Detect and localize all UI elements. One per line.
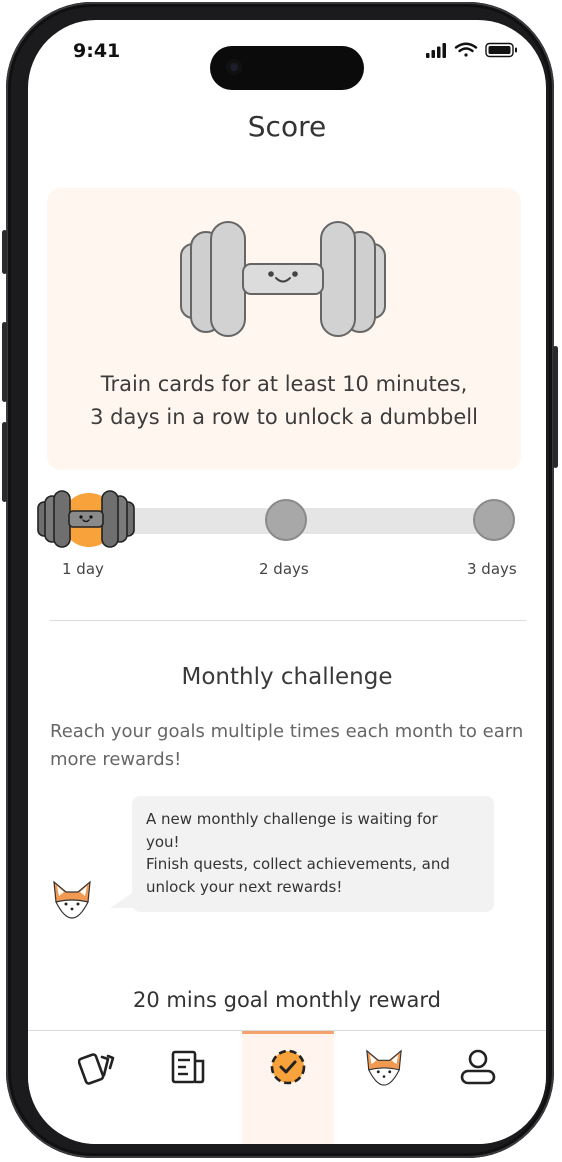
profile-icon [460,1049,496,1085]
tab-profile[interactable] [432,1031,524,1144]
app-screen: 9:41 Score Train cards for at least 10 m… [28,20,546,1144]
dynamic-island [210,46,364,90]
action-button [2,230,7,274]
volume-down-button [2,422,7,502]
streak-card: Train cards for at least 10 minutes, 3 d… [47,188,521,470]
tab-score[interactable] [242,1031,334,1144]
dumbbell-illustration [180,221,386,337]
message-line-3: Finish quests, collect achievements, and [146,855,450,873]
cards-icon [78,1053,115,1085]
tab-notes[interactable] [142,1031,234,1144]
front-camera [226,59,242,75]
stage-2-label: 2 days [259,560,309,578]
message-line-4: unlock your next rewards! [146,877,343,896]
volume-up-button [2,322,7,402]
phone-frame: 9:41 Score Train cards for at least 10 m… [2,2,558,1158]
status-icons [426,42,517,58]
wifi-icon [454,42,478,57]
message-line-1: A new monthly challenge is waiting for [146,810,438,828]
tab-fox[interactable] [338,1031,430,1144]
bottom-tab-bar [28,1030,546,1144]
cellular-signal-icon [426,43,446,58]
power-button [553,346,558,468]
monthly-challenge-description: Reach your goals multiple times each mon… [50,721,524,770]
message-line-2: you! [146,832,180,851]
notes-icon [171,1050,205,1084]
monthly-reward-title: 20 mins goal monthly reward [133,988,441,1012]
fox-icon [366,1049,402,1086]
stage-1-label: 1 day [62,560,104,578]
streak-instructions: Train cards for at least 10 minutes, 3 d… [47,368,521,434]
streak-instructions-line2: 3 days in a row to unlock a dumbbell [90,405,478,429]
stage-2-locked [265,499,307,541]
dumbbell-badge-icon [37,490,135,548]
section-divider [50,620,526,621]
battery-icon [485,42,517,58]
fox-mascot-avatar [53,880,91,919]
status-time: 9:41 [73,40,121,62]
score-check-icon [270,1049,306,1085]
stage-3-locked [473,499,515,541]
streak-instructions-line1: Train cards for at least 10 minutes, [100,372,468,396]
message-bubble-tail [110,892,134,908]
page-title: Score [247,110,327,143]
stage-3-label: 3 days [467,560,517,578]
challenge-message-bubble: A new monthly challenge is waiting for y… [132,796,494,912]
monthly-challenge-title: Monthly challenge [181,664,393,690]
tab-cards[interactable] [52,1031,144,1144]
